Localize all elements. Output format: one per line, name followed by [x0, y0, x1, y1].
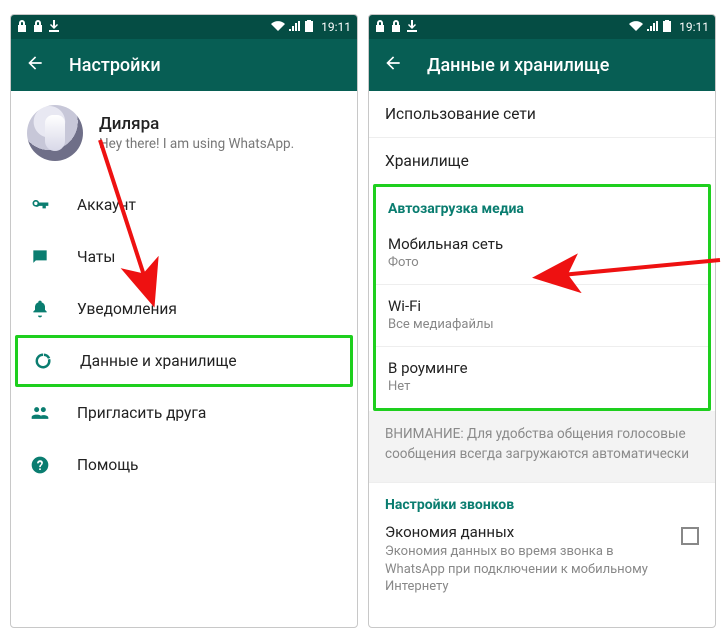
status-key-icon: [17, 20, 27, 35]
back-icon[interactable]: [25, 53, 45, 77]
status-time: 19:11: [321, 20, 351, 34]
row-value: Фото: [388, 255, 692, 270]
profile-row[interactable]: Диляра Hey there! I am using WhatsApp.: [11, 91, 357, 179]
app-bar: Данные и хранилище: [369, 39, 715, 91]
row-label: Wi-Fi: [388, 297, 692, 315]
call-settings: Настройки звонков Экономия данных Эконом…: [369, 483, 715, 604]
row-label: В роуминге: [388, 359, 692, 377]
page-title: Данные и хранилище: [427, 55, 609, 76]
settings-item-data-storage[interactable]: Данные и хранилище: [15, 335, 353, 387]
row-label: Мобильная сеть: [388, 235, 692, 253]
help-icon: [29, 455, 51, 475]
battery-icon: [305, 20, 313, 35]
settings-item-invite[interactable]: Пригласить друга: [11, 387, 357, 439]
avatar: [27, 105, 83, 161]
wifi-icon: [271, 20, 285, 34]
row-desc: Экономия данных во время звонка в WhatsA…: [385, 543, 671, 596]
page-title: Настройки: [69, 55, 161, 76]
row-economy[interactable]: Экономия данных Экономия данных во время…: [385, 523, 699, 596]
autoload-mobile[interactable]: Мобильная сеть Фото: [376, 223, 708, 285]
settings-item-label: Чаты: [77, 248, 115, 266]
settings-item-notifications[interactable]: Уведомления: [11, 283, 357, 335]
settings-item-help[interactable]: Помощь: [11, 439, 357, 491]
people-icon: [29, 403, 51, 423]
signal-icon: [647, 20, 659, 34]
wifi-icon: [629, 20, 643, 34]
row-storage[interactable]: Хранилище: [369, 138, 715, 184]
data-storage-screen: 19:11 Данные и хранилище Использование с…: [368, 14, 716, 628]
signal-icon: [289, 20, 301, 34]
media-autoload-box: Автозагрузка медиа Мобильная сеть Фото W…: [373, 184, 711, 411]
profile-name: Диляра: [99, 114, 294, 134]
settings-item-account[interactable]: Аккаунт: [11, 179, 357, 231]
row-value: Нет: [388, 379, 692, 394]
row-network-usage[interactable]: Использование сети: [369, 91, 715, 138]
economy-checkbox[interactable]: [681, 527, 699, 545]
chat-icon: [29, 247, 51, 267]
profile-status: Hey there! I am using WhatsApp.: [99, 136, 294, 152]
autoload-notice: ВНИМАНИЕ: Для удобства общения голосовые…: [369, 411, 715, 483]
settings-item-label: Пригласить друга: [77, 404, 206, 422]
autoload-roaming[interactable]: В роуминге Нет: [376, 347, 708, 408]
status-bar: 19:11: [11, 15, 357, 39]
key-icon: [29, 195, 51, 215]
row-label: Хранилище: [385, 152, 469, 170]
section-header-calls: Настройки звонков: [385, 497, 699, 513]
settings-item-label: Аккаунт: [77, 196, 136, 214]
status-download-icon: [407, 20, 417, 35]
status-key-icon-2: [391, 20, 401, 35]
status-key-icon-2: [33, 20, 43, 35]
section-header-autoload: Автозагрузка медиа: [376, 187, 708, 223]
row-value: Все медиафайлы: [388, 317, 692, 332]
status-download-icon: [49, 20, 59, 35]
settings-item-label: Данные и хранилище: [80, 352, 237, 370]
row-label: Экономия данных: [385, 523, 671, 541]
data-usage-icon: [32, 351, 54, 371]
status-key-icon: [375, 20, 385, 35]
settings-item-chats[interactable]: Чаты: [11, 231, 357, 283]
settings-screen: 19:11 Настройки Диляра Hey there! I am u…: [10, 14, 358, 628]
row-label: Использование сети: [385, 105, 536, 123]
battery-icon: [663, 20, 671, 35]
settings-item-label: Помощь: [77, 456, 138, 474]
app-bar: Настройки: [11, 39, 357, 91]
back-icon[interactable]: [383, 53, 403, 77]
autoload-wifi[interactable]: Wi-Fi Все медиафайлы: [376, 285, 708, 347]
status-time: 19:11: [679, 20, 709, 34]
status-bar: 19:11: [369, 15, 715, 39]
settings-list: Аккаунт Чаты Уведомления Данные и хранил…: [11, 179, 357, 491]
bell-icon: [29, 299, 51, 319]
settings-item-label: Уведомления: [77, 300, 177, 318]
